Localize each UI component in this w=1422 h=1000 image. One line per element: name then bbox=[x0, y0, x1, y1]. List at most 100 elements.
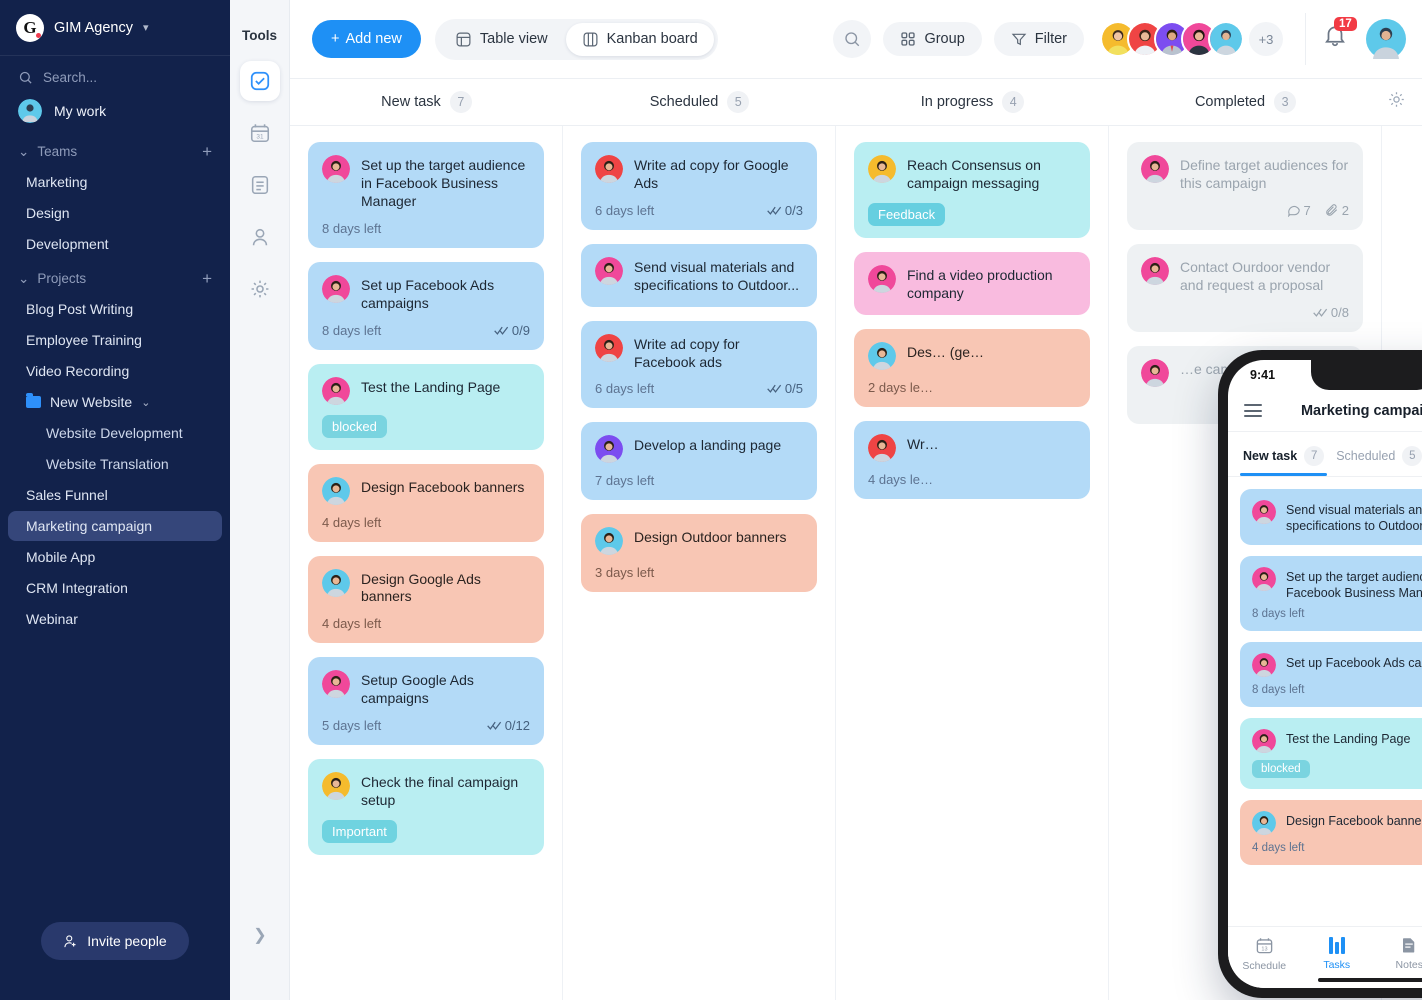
column-in-progress: Reach Consensus on campaign messaging Fee… bbox=[836, 126, 1109, 1000]
phone-nav-tasks[interactable]: Tasks bbox=[1301, 936, 1374, 971]
sidebar-item-new-website[interactable]: New Website ⌄ bbox=[8, 387, 222, 417]
column-header-scheduled[interactable]: Scheduled 5 bbox=[563, 91, 836, 113]
sidebar-item-design[interactable]: Design bbox=[8, 198, 222, 228]
sidebar-item-sales-funnel[interactable]: Sales Funnel bbox=[8, 480, 222, 510]
avatar bbox=[1252, 500, 1276, 524]
add-new-button[interactable]: + Add new bbox=[312, 20, 421, 58]
phone-task-card[interactable]: Set up the target audience in Facebook B… bbox=[1240, 556, 1422, 631]
sidebar-item-employee-training[interactable]: Employee Training bbox=[8, 325, 222, 355]
column-header-new-task[interactable]: New task 7 bbox=[290, 91, 563, 113]
card-title: Reach Consensus on campaign messaging bbox=[907, 157, 1041, 191]
sidebar-item-my-work[interactable]: My work bbox=[0, 91, 230, 133]
avatar bbox=[322, 670, 350, 699]
tool-settings[interactable] bbox=[240, 269, 280, 309]
sidebar-item-marketing[interactable]: Marketing bbox=[8, 167, 222, 197]
sidebar-item-blog-post-writing[interactable]: Blog Post Writing bbox=[8, 294, 222, 324]
column-header-completed[interactable]: Completed 3 bbox=[1109, 91, 1382, 113]
sidebar-item-website-development[interactable]: Website Development bbox=[8, 418, 222, 448]
phone-tab-new-task[interactable]: New task 7 bbox=[1240, 442, 1328, 476]
task-card[interactable]: Send visual materials and specifications… bbox=[581, 243, 817, 307]
member-avatars[interactable]: +3 bbox=[1100, 21, 1283, 57]
tab-table-view[interactable]: Table view bbox=[439, 23, 564, 56]
user-avatar[interactable] bbox=[1366, 19, 1406, 59]
search-input[interactable]: Search... bbox=[0, 56, 230, 91]
filter-button[interactable]: Filter bbox=[993, 22, 1084, 56]
avatar bbox=[1252, 653, 1276, 677]
checklist-progress: 0/5 bbox=[767, 381, 803, 396]
org-switcher[interactable]: G GIM Agency ▾ bbox=[0, 0, 230, 56]
task-card[interactable]: Set up Facebook Ads campaigns 8 days left… bbox=[308, 261, 544, 350]
phone-task-card[interactable]: Set up Facebook Ads campaigns 8 days left… bbox=[1240, 642, 1422, 707]
tool-calendar[interactable]: 31 bbox=[240, 113, 280, 153]
avatar-overflow[interactable]: +3 bbox=[1249, 22, 1283, 56]
phone-title: Marketing campaign bbox=[1300, 402, 1422, 419]
comment-count: 7 bbox=[1287, 203, 1311, 218]
main-content: + Add new Table view Kanban board Group … bbox=[290, 0, 1422, 1000]
avatar bbox=[595, 333, 623, 362]
column-header-in-progress[interactable]: In progress 4 bbox=[836, 91, 1109, 113]
sidebar-item-webinar[interactable]: Webinar bbox=[8, 604, 222, 634]
task-card[interactable]: Reach Consensus on campaign messaging Fee… bbox=[854, 142, 1090, 238]
phone-nav-notes[interactable]: Notes bbox=[1373, 936, 1422, 971]
group-button[interactable]: Group bbox=[883, 22, 982, 56]
task-card[interactable]: Develop a landing page 7 days left bbox=[581, 422, 817, 501]
checkbox-icon bbox=[250, 71, 269, 91]
status-time: 9:41 bbox=[1250, 368, 1276, 382]
sidebar-item-mobile-app[interactable]: Mobile App bbox=[8, 542, 222, 572]
avatar bbox=[1252, 567, 1276, 591]
add-team-button[interactable]: + bbox=[202, 143, 212, 160]
sidebar-item-development[interactable]: Development bbox=[8, 229, 222, 259]
phone-task-card[interactable]: Test the Landing Page blocked bbox=[1240, 718, 1422, 789]
task-card[interactable]: Test the Landing Page blocked bbox=[308, 363, 544, 450]
expand-rail-button[interactable]: ❯ bbox=[230, 925, 290, 945]
phone-task-card[interactable]: Design Facebook banners 4 days left bbox=[1240, 800, 1422, 865]
toolbar: + Add new Table view Kanban board Group … bbox=[290, 0, 1422, 79]
phone-nav-schedule[interactable]: 13 Schedule bbox=[1228, 936, 1301, 972]
task-card[interactable]: Design Outdoor banners 3 days left bbox=[581, 514, 817, 593]
card-due: 8 days left bbox=[322, 322, 382, 338]
task-card[interactable]: Wr… 4 days le… bbox=[854, 420, 1090, 499]
notifications-button[interactable]: 17 bbox=[1322, 17, 1357, 56]
nav-label: Tasks bbox=[1323, 958, 1351, 971]
tool-notes[interactable] bbox=[240, 165, 280, 205]
card-title: Write ad copy for Google Ads bbox=[634, 157, 789, 191]
sidebar-item-website-translation[interactable]: Website Translation bbox=[8, 449, 222, 479]
phone-task-card[interactable]: Send visual materials and specifications… bbox=[1240, 489, 1422, 545]
task-card[interactable]: Setup Google Ads campaigns 5 days left 0/1… bbox=[308, 657, 544, 746]
sidebar-item-crm-integration[interactable]: CRM Integration bbox=[8, 573, 222, 603]
chevron-down-icon: ⌄ bbox=[18, 143, 30, 159]
task-card[interactable]: Design Facebook banners 4 days left bbox=[308, 463, 544, 542]
task-card[interactable]: Write ad copy for Facebook ads 6 days lef… bbox=[581, 320, 817, 409]
phone-task-list[interactable]: Send visual materials and specifications… bbox=[1228, 477, 1422, 926]
chevron-down-icon[interactable]: ⌄ bbox=[141, 396, 150, 409]
column-new-task: Set up the target audience in Facebook B… bbox=[290, 126, 563, 1000]
tab-kanban-board[interactable]: Kanban board bbox=[565, 22, 714, 56]
kanban-icon bbox=[583, 32, 598, 46]
task-card[interactable]: Define target audiences for this campaig… bbox=[1127, 142, 1363, 230]
task-card[interactable]: Check the final campaign setup Important bbox=[308, 759, 544, 855]
add-project-button[interactable]: + bbox=[202, 270, 212, 287]
task-card[interactable]: Des… (ge… 2 days le… bbox=[854, 328, 1090, 407]
projects-group-header[interactable]: ⌄ Projects + bbox=[0, 260, 230, 293]
task-card[interactable]: Set up the target audience in Facebook B… bbox=[308, 142, 544, 248]
sidebar-item-marketing-campaign[interactable]: Marketing campaign bbox=[8, 511, 222, 541]
tool-tasks[interactable] bbox=[239, 61, 280, 101]
attachment-icon bbox=[1326, 204, 1337, 217]
card-title: Contact Ourdoor vendor and request a pro… bbox=[1180, 258, 1331, 293]
task-card[interactable]: Contact Ourdoor vendor and request a pro… bbox=[1127, 243, 1363, 332]
invite-people-button[interactable]: Invite people bbox=[41, 922, 189, 960]
sidebar-item-video-recording[interactable]: Video Recording bbox=[8, 356, 222, 386]
phone-tab-scheduled[interactable]: Scheduled 5 bbox=[1333, 442, 1422, 476]
chevron-down-icon[interactable]: ▾ bbox=[143, 21, 149, 34]
task-card[interactable]: Design Google Ads banners 4 days left bbox=[308, 555, 544, 644]
task-card[interactable]: Write ad copy for Google Ads 6 days left 0… bbox=[581, 142, 817, 230]
avatar[interactable] bbox=[1208, 21, 1244, 57]
menu-icon[interactable] bbox=[1244, 401, 1262, 421]
task-card[interactable]: Find a video production company bbox=[854, 251, 1090, 315]
tool-people[interactable] bbox=[240, 217, 280, 257]
column-count: 3 bbox=[1274, 91, 1297, 113]
search-button[interactable] bbox=[833, 20, 872, 58]
board-settings-button[interactable] bbox=[1387, 90, 1422, 114]
tab-count: 5 bbox=[1402, 446, 1422, 466]
teams-group-header[interactable]: ⌄ Teams + bbox=[0, 133, 230, 166]
